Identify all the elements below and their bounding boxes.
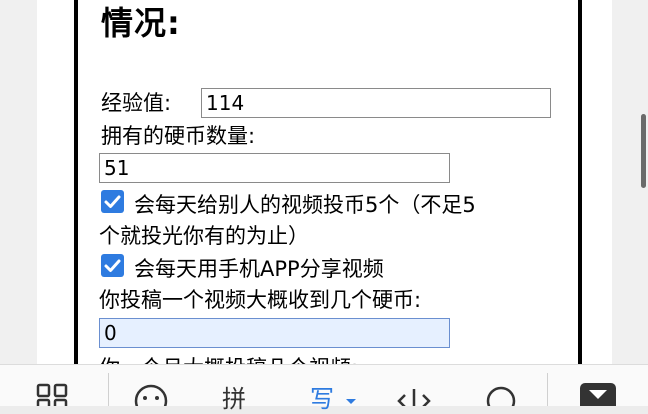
keyboard-toolbar: 拼 写 [0,364,648,414]
search-icon[interactable] [484,365,524,414]
right-margin [612,0,648,405]
upload-coins-input[interactable]: 0 [99,318,450,348]
handwriting-key[interactable]: 写 [310,365,360,413]
cursor-icon[interactable] [396,365,436,411]
checkmark-icon [104,259,121,272]
share-video-checkbox[interactable] [101,254,124,277]
left-margin [0,0,37,405]
checkmark-icon [104,195,121,208]
form-frame: 情况: 经验值: 114 拥有的硬币数量: 51 会每天给别人的视频投币5个（不… [74,0,582,376]
separator [108,373,109,406]
scrollbar-thumb[interactable] [641,114,646,188]
emoji-icon[interactable] [130,365,170,414]
checkbox2-label: 会每天用手机APP分享视频 [134,257,384,281]
handwriting-label: 写 [310,385,334,413]
coins-input[interactable]: 51 [99,153,450,183]
exp-label: 经验值: [101,91,172,115]
exp-input[interactable]: 114 [201,88,551,118]
separator [547,373,548,406]
checkbox1-label-line2: 个就投光你有的为止） [99,224,309,248]
pinyin-key[interactable]: 拼 [222,365,262,413]
share-coins-checkbox[interactable] [101,190,124,213]
section-heading: 情况: [101,4,181,42]
coins-label: 拥有的硬币数量: [101,124,256,148]
upload-coins-label: 你投稿一个视频大概收到几个硬币: [99,288,422,312]
hide-keyboard-icon[interactable] [578,365,618,413]
chevron-down-icon [346,399,356,404]
grid-icon[interactable] [34,365,74,413]
checkbox1-label-line1: 会每天给别人的视频投币5个（不足5 [134,193,476,217]
pinyin-label: 拼 [222,385,246,413]
